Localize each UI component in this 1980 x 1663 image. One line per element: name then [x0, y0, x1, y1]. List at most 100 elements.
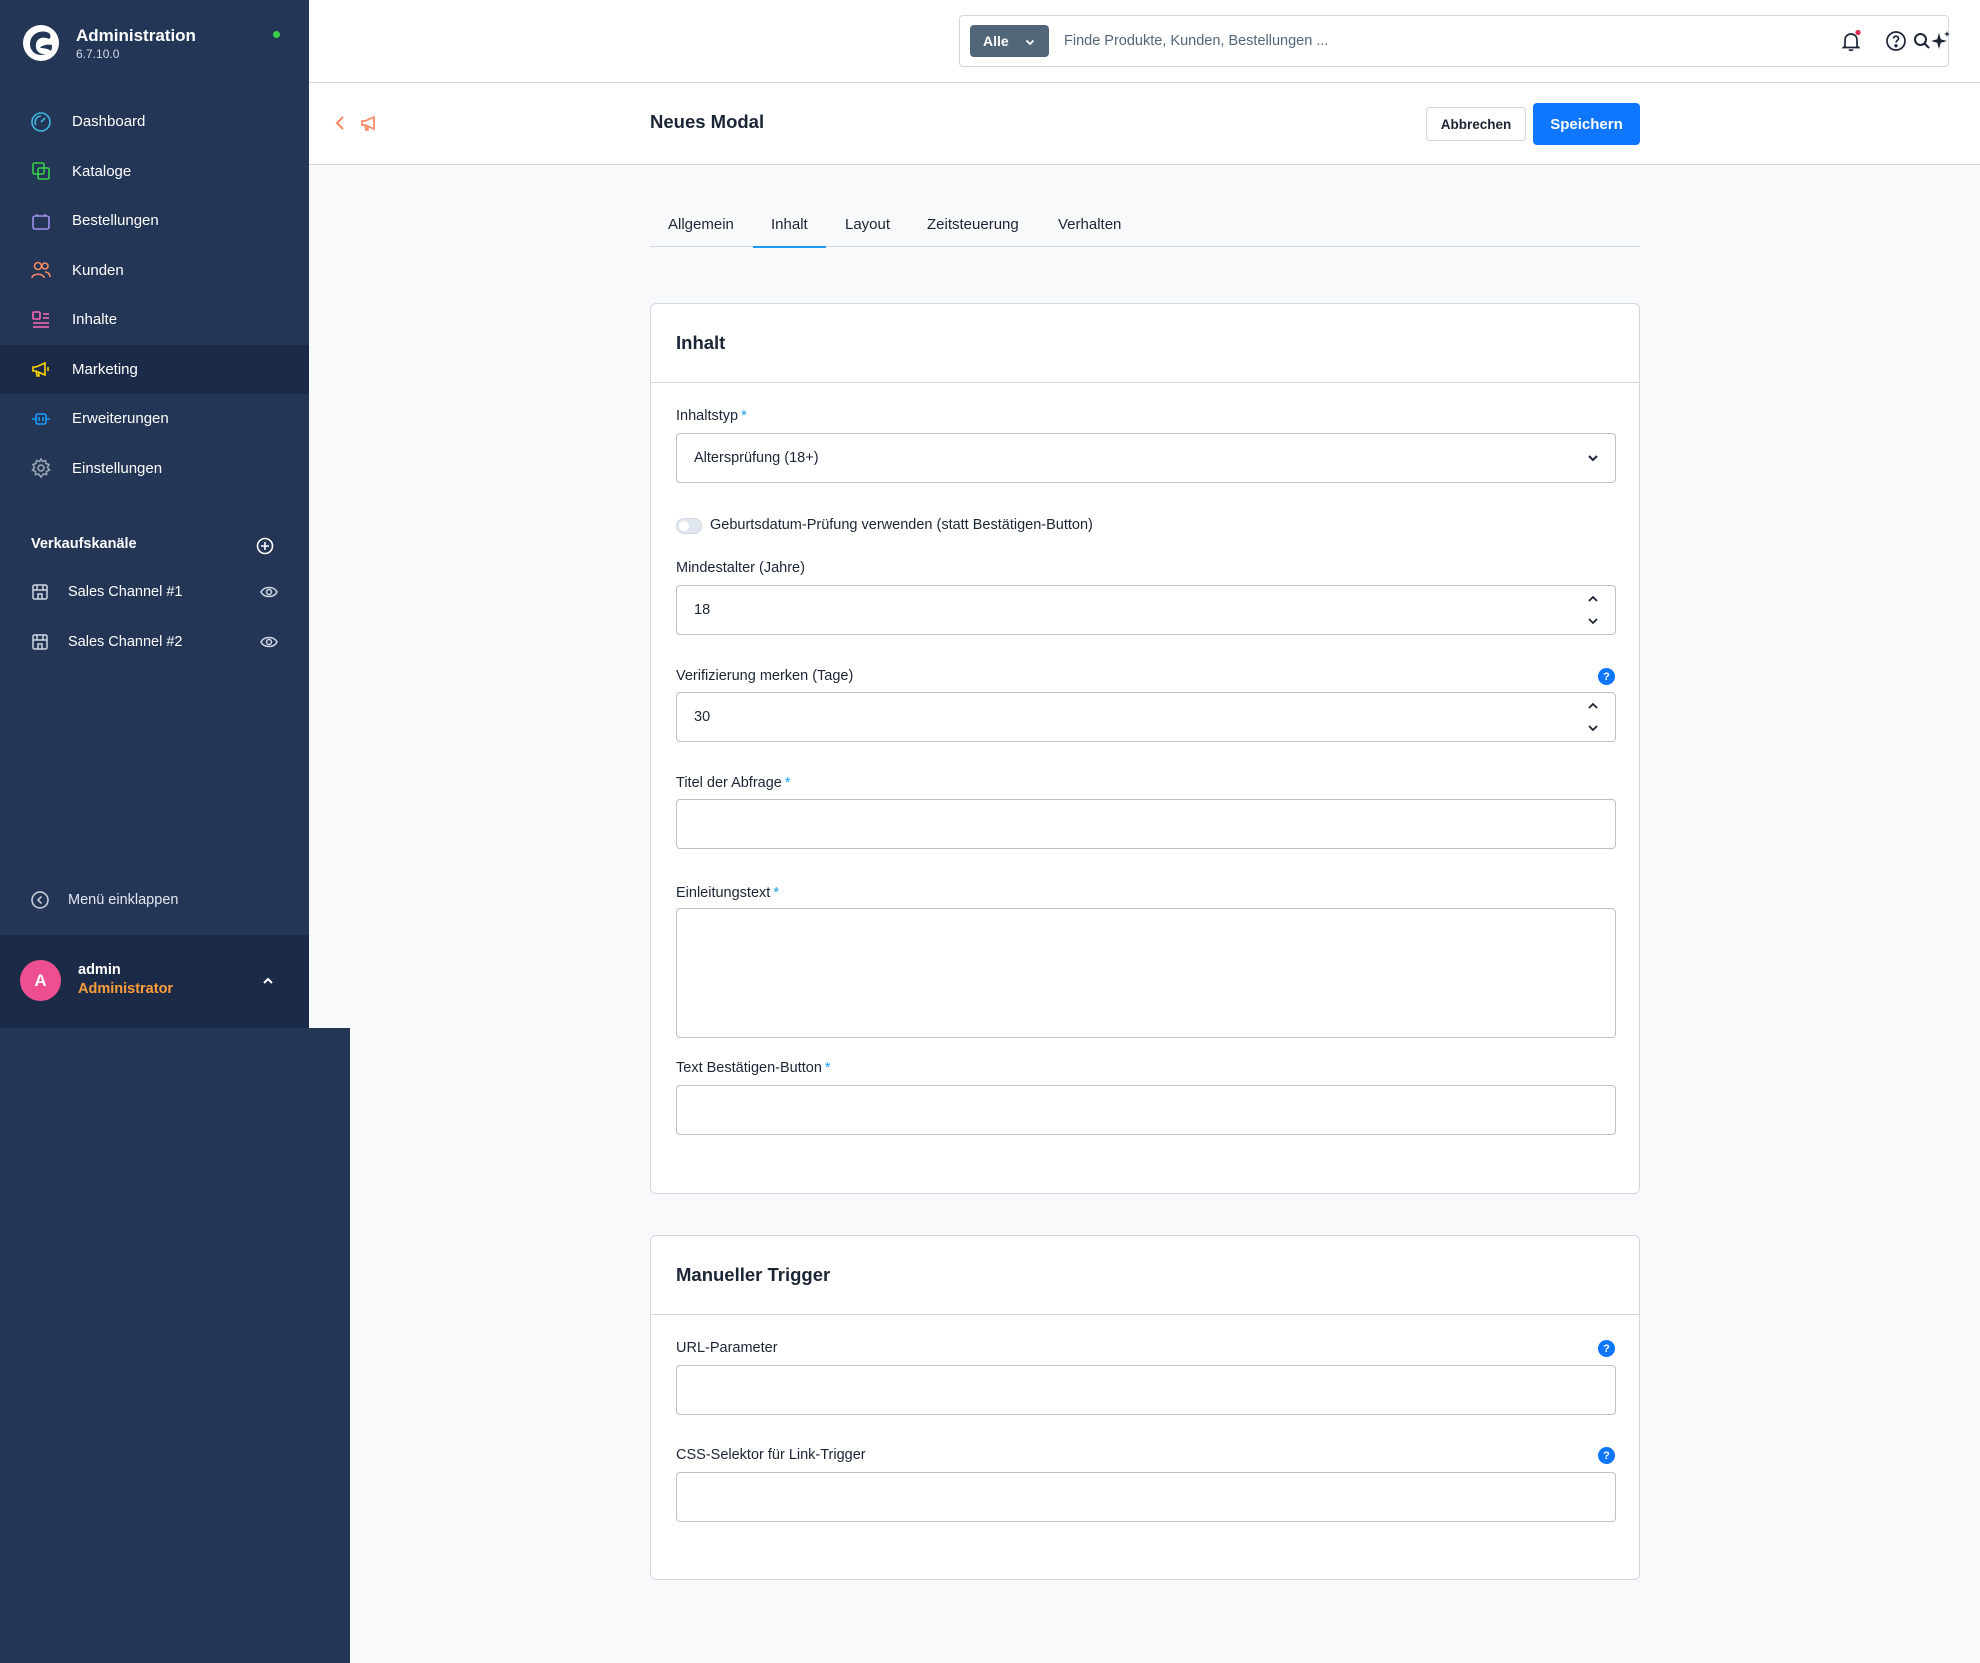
nav-item-customers[interactable]: Kunden — [0, 246, 309, 296]
user-profile[interactable]: A admin Administrator — [0, 935, 309, 1028]
user-name: admin — [78, 962, 121, 978]
search-input[interactable] — [1064, 26, 1864, 56]
help-circle-icon[interactable] — [1884, 29, 1908, 53]
sidebar-background-extension — [0, 1028, 350, 1663]
help-icon[interactable]: ? — [1598, 668, 1615, 685]
query-title-label: Titel der Abfrage * — [676, 775, 791, 791]
intro-text-label-text: Einleitungstext — [676, 885, 771, 901]
storefront-icon — [32, 634, 48, 650]
gear-icon — [31, 457, 51, 479]
back-arrow-icon[interactable] — [333, 113, 347, 133]
required-mark: * — [773, 885, 779, 901]
storefront-icon — [32, 584, 48, 600]
add-circle-icon[interactable] — [256, 537, 274, 555]
tab-verhalten[interactable]: Verhalten — [1058, 216, 1121, 247]
help-icon[interactable]: ? — [1598, 1340, 1615, 1357]
query-title-input[interactable] — [676, 799, 1616, 849]
app-version: 6.7.10.0 — [76, 47, 120, 61]
chevron-down-icon — [1025, 39, 1035, 46]
search-filter-dropdown[interactable]: Alle — [970, 25, 1049, 57]
smart-bar: Neues Modal Abbrechen Speichern — [309, 83, 1980, 165]
sales-channel-item[interactable]: Sales Channel #1 — [0, 572, 309, 612]
nav-label: Inhalte — [72, 311, 118, 329]
global-search: Alle — [959, 15, 1949, 67]
megaphone-icon — [32, 362, 49, 378]
min-age-label: Mindestalter (Jahre) — [676, 560, 805, 576]
tab-zeitsteuerung[interactable]: Zeitsteuerung — [927, 216, 1019, 247]
min-age-input[interactable]: 18 — [676, 585, 1616, 635]
nav-label: Einstellungen — [72, 459, 163, 477]
url-parameter-label: URL-Parameter — [676, 1340, 778, 1356]
nav-label: Marketing — [72, 360, 138, 378]
css-selector-input[interactable] — [676, 1472, 1616, 1522]
content-type-select[interactable]: Altersprüfung (18+) — [676, 433, 1616, 483]
nav-item-content[interactable]: Inhalte — [0, 295, 309, 345]
sales-channel-label: Sales Channel #1 — [68, 584, 183, 600]
intro-text-textarea[interactable] — [676, 908, 1616, 1038]
content-icon — [32, 310, 49, 328]
increment-icon[interactable] — [1586, 593, 1600, 605]
chevron-down-icon — [1588, 455, 1598, 462]
nav-label: Dashboard — [72, 113, 146, 131]
nav-item-catalogs[interactable]: Kataloge — [0, 147, 309, 197]
top-bar: Alle — [309, 0, 1980, 83]
content-type-value: Altersprüfung (18+) — [694, 450, 819, 466]
cancel-button[interactable]: Abbrechen — [1426, 107, 1526, 141]
chevron-left-circle-icon — [31, 891, 49, 909]
remember-days-label: Verifizierung merken (Tage) — [676, 668, 854, 684]
catalog-icon — [32, 162, 50, 181]
save-button[interactable]: Speichern — [1533, 103, 1640, 145]
decrement-icon[interactable] — [1586, 722, 1600, 734]
nav-item-orders[interactable]: Bestellungen — [0, 196, 309, 246]
sales-channel-item[interactable]: Sales Channel #2 — [0, 622, 309, 662]
manual-trigger-card: Manueller Trigger URL-Parameter ? CSS-Se… — [650, 1235, 1640, 1580]
card-title: Inhalt — [651, 304, 1639, 383]
tab-inhalt[interactable]: Inhalt — [753, 216, 826, 248]
ai-sparkle-icon[interactable] — [1929, 29, 1953, 53]
avatar: A — [20, 960, 61, 1001]
nav-label: Erweiterungen — [72, 410, 169, 428]
status-online-dot — [273, 31, 280, 38]
orders-icon — [32, 213, 50, 230]
card-title: Manueller Trigger — [651, 1236, 1639, 1315]
nav-item-marketing[interactable]: Marketing — [0, 344, 309, 394]
shopware-logo-icon — [23, 25, 59, 61]
birthdate-check-toggle[interactable] — [676, 518, 702, 534]
url-parameter-input[interactable] — [676, 1365, 1616, 1415]
content-type-label-text: Inhaltstyp — [676, 408, 739, 424]
min-age-value: 18 — [694, 602, 711, 618]
increment-icon[interactable] — [1586, 700, 1600, 712]
nav-item-extensions[interactable]: Erweiterungen — [0, 394, 309, 444]
query-title-label-text: Titel der Abfrage — [676, 775, 782, 791]
sales-channel-label: Sales Channel #2 — [68, 634, 183, 650]
search-filter-label: Alle — [983, 33, 1009, 49]
remember-days-value: 30 — [694, 709, 711, 725]
tab-allgemein[interactable]: Allgemein — [668, 216, 734, 247]
user-role: Administrator — [78, 981, 174, 997]
chevron-up-icon[interactable] — [260, 973, 276, 989]
nav-label: Kataloge — [72, 162, 132, 180]
confirm-button-text-input[interactable] — [676, 1085, 1616, 1135]
tab-layout[interactable]: Layout — [845, 216, 890, 247]
collapse-menu-button[interactable]: Menü einklappen — [30, 890, 178, 910]
remember-days-input[interactable]: 30 — [676, 692, 1616, 742]
page-title: Neues Modal — [650, 111, 765, 132]
required-mark: * — [741, 408, 747, 424]
birthdate-check-label: Geburtsdatum-Prüfung verwenden (statt Be… — [710, 517, 1093, 533]
eye-icon[interactable] — [260, 584, 278, 600]
nav-item-settings[interactable]: Einstellungen — [0, 444, 309, 494]
css-selector-label: CSS-Selektor für Link-Trigger — [676, 1447, 866, 1463]
eye-icon[interactable] — [260, 634, 278, 650]
decrement-icon[interactable] — [1586, 615, 1600, 627]
main-navigation: Dashboard Kataloge Bestellungen Kunden I… — [0, 97, 309, 493]
nav-item-dashboard[interactable]: Dashboard — [0, 97, 309, 147]
brand-header[interactable]: Administration 6.7.10.0 — [0, 0, 309, 90]
content-type-label: Inhaltstyp * — [676, 408, 747, 424]
sidebar: Administration 6.7.10.0 Dashboard Katalo… — [0, 0, 309, 1028]
megaphone-icon — [361, 115, 375, 131]
app-title: Administration — [76, 26, 196, 45]
dashboard-icon — [31, 111, 51, 132]
help-icon[interactable]: ? — [1598, 1447, 1615, 1464]
bell-icon[interactable] — [1839, 29, 1863, 53]
required-mark: * — [784, 775, 791, 791]
